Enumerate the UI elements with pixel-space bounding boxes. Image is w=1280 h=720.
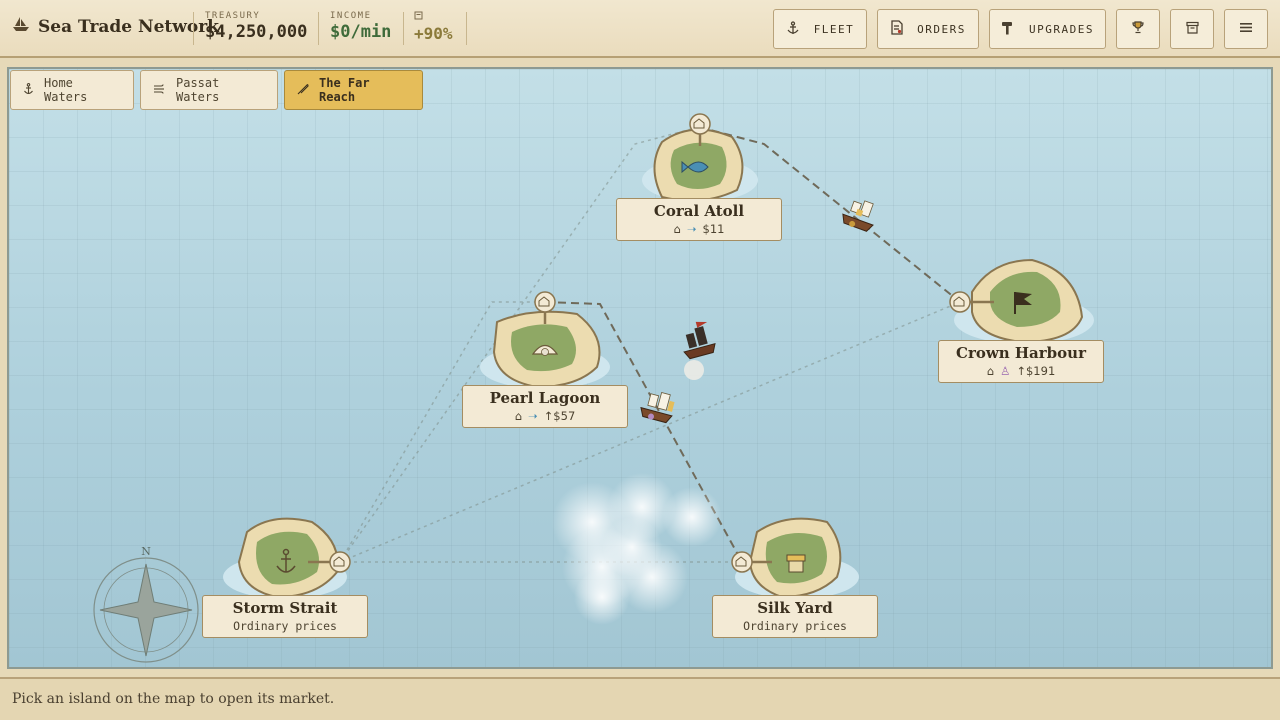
- port-icon: [534, 291, 556, 313]
- island-price: $11: [702, 222, 725, 236]
- archive-button[interactable]: [1170, 9, 1214, 49]
- anchor-icon: [23, 82, 34, 98]
- fleet-label: FLEET: [813, 22, 855, 36]
- app-title: Sea Trade Network: [38, 16, 219, 37]
- achievements-button[interactable]: [1116, 9, 1160, 49]
- island-silk-yard[interactable]: [731, 517, 859, 599]
- tab-passat-waters[interactable]: Passat Waters: [140, 70, 278, 110]
- archive-icon: [1185, 21, 1199, 37]
- tab-home-waters[interactable]: Home Waters: [10, 70, 134, 110]
- port-icon: [689, 113, 711, 135]
- island-price: Ordinary prices: [743, 619, 847, 633]
- status-message: Pick an island on the map to open its ma…: [12, 691, 335, 707]
- orders-button[interactable]: ORDERS: [877, 9, 979, 49]
- island-price: Ordinary prices: [233, 619, 337, 633]
- upgrades-button[interactable]: UPGRADES: [989, 9, 1106, 49]
- treasury-value: $4,250,000: [205, 22, 308, 42]
- merchant-ship[interactable]: [840, 195, 880, 233]
- label-storm-strait[interactable]: Storm Strait Ordinary prices: [202, 595, 368, 638]
- bonus-value: +90%: [414, 24, 453, 43]
- hammer-icon: [1001, 21, 1015, 38]
- label-coral-atoll[interactable]: Coral Atoll ⌂ ➝ $11: [616, 198, 782, 241]
- document-icon: [890, 20, 903, 38]
- island-storm-strait[interactable]: [223, 517, 351, 599]
- fish-icon: ➝: [528, 409, 538, 423]
- treasury-stat: TREASURY $4,250,000: [205, 11, 307, 47]
- fish-icon: ➝: [686, 222, 697, 236]
- anchor-icon: [786, 20, 800, 38]
- port-icon: [949, 291, 971, 313]
- divider: [466, 12, 467, 45]
- island-name: Silk Yard: [757, 599, 833, 617]
- divider: [318, 12, 319, 45]
- wind-icon: [153, 83, 166, 97]
- port-icon: ⌂: [514, 409, 523, 423]
- status-bar: Pick an island on the map to open its ma…: [0, 677, 1280, 720]
- compass-rose: N: [93, 545, 199, 663]
- island-crown-harbour[interactable]: [949, 258, 1094, 344]
- income-stat: INCOME $0/min: [330, 11, 391, 47]
- scroll-icon: [414, 11, 453, 23]
- pirate-ship[interactable]: [677, 319, 717, 360]
- island-price-row: ⌂ ➝ $11: [617, 222, 781, 236]
- quill-icon: [297, 83, 309, 98]
- trophy-icon: [1132, 21, 1144, 37]
- label-crown-harbour[interactable]: Crown Harbour ⌂ ♙ ↑$191: [938, 340, 1104, 383]
- smoke-puff: [684, 360, 704, 380]
- brand: Sea Trade Network: [12, 16, 219, 37]
- port-icon: [329, 551, 351, 573]
- tab-label: Home Waters: [44, 76, 88, 104]
- sailboat-icon: [12, 16, 30, 37]
- divider: [193, 12, 194, 45]
- hamburger-menu-icon: [1239, 22, 1253, 36]
- island-price: ↑$57: [543, 409, 576, 423]
- island-name: Crown Harbour: [956, 344, 1086, 362]
- port-icon: ⌂: [673, 222, 681, 236]
- upgrades-label: UPGRADES: [1029, 22, 1094, 36]
- merchant-ship[interactable]: [639, 388, 677, 424]
- fog-clouds: [552, 473, 722, 625]
- bonus-stat: +90%: [414, 11, 453, 47]
- label-pearl-lagoon[interactable]: Pearl Lagoon ⌂ ➝ ↑$57: [462, 385, 628, 428]
- island-price-row: ⌂ ➝ ↑$57: [463, 409, 627, 423]
- island-price-row: ⌂ ♙ ↑$191: [939, 364, 1103, 378]
- island-name: Coral Atoll: [653, 202, 745, 220]
- orders-label: ORDERS: [917, 22, 966, 36]
- port-icon: ⌂: [986, 364, 995, 378]
- island-name: Storm Strait: [232, 599, 338, 617]
- market-stall-icon: [786, 554, 806, 573]
- tab-the-far-reach[interactable]: The Far Reach: [284, 70, 423, 110]
- treasury-label: TREASURY: [205, 11, 261, 21]
- sea-map[interactable]: N Coral Atoll ⌂ ➝ $11 Crown Harbour ⌂ ♙ …: [7, 67, 1273, 669]
- island-coral-atoll[interactable]: [642, 113, 758, 202]
- potion-icon: ♙: [1000, 364, 1011, 378]
- income-label: INCOME: [330, 11, 372, 21]
- top-bar: Sea Trade Network TREASURY $4,250,000 IN…: [0, 0, 1280, 58]
- island-price: ↑$191: [1016, 364, 1056, 378]
- port-icon: [731, 551, 753, 573]
- divider: [403, 12, 404, 45]
- label-silk-yard[interactable]: Silk Yard Ordinary prices: [712, 595, 878, 638]
- tab-label: The Far Reach: [319, 76, 370, 104]
- fleet-button[interactable]: FLEET: [773, 9, 867, 49]
- island-name: Pearl Lagoon: [489, 389, 601, 407]
- island-pearl-lagoon[interactable]: [480, 291, 610, 389]
- income-value: $0/min: [330, 22, 392, 42]
- compass-north-label: N: [141, 545, 151, 558]
- tab-label: Passat Waters: [176, 76, 220, 104]
- menu-button[interactable]: [1224, 9, 1268, 49]
